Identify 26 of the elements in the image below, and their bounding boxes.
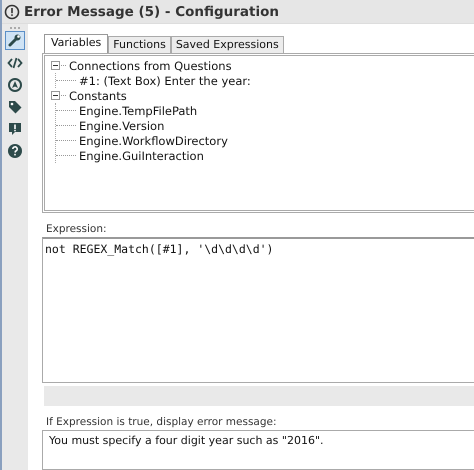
tag-icon bbox=[7, 98, 23, 114]
message-label: If Expression is true, display error message: bbox=[45, 415, 278, 430]
tree-item[interactable]: #1: (Text Box) Enter the year: bbox=[79, 74, 251, 88]
tree-item[interactable]: Connections from Questions bbox=[69, 58, 232, 72]
wrench-icon bbox=[7, 32, 23, 48]
tab[interactable]: Variables bbox=[44, 34, 108, 53]
collapse-icon[interactable] bbox=[51, 61, 60, 70]
alert-icon bbox=[7, 120, 23, 136]
tree-item[interactable]: Engine.Version bbox=[79, 118, 164, 132]
tree-item[interactable]: Engine.GuiInteraction bbox=[79, 148, 204, 162]
help-icon bbox=[7, 142, 23, 158]
tree-item[interactable]: Constants bbox=[69, 88, 127, 102]
collapse-icon[interactable] bbox=[51, 91, 60, 100]
tab[interactable]: Saved Expressions bbox=[170, 36, 284, 53]
expression-label: Expression: bbox=[45, 222, 108, 237]
sidebar-item[interactable] bbox=[5, 75, 25, 94]
tree-item[interactable]: Engine.WorkflowDirectory bbox=[79, 134, 228, 148]
message-field[interactable]: You must specify a four digit year such as "2016". bbox=[42, 430, 474, 470]
tab[interactable]: Functions bbox=[108, 36, 171, 53]
expression-field[interactable]: not REGEX_Match([#1], '\d\d\d\d') bbox=[42, 237, 474, 383]
sidebar-item[interactable] bbox=[5, 31, 25, 50]
alert-icon bbox=[4, 4, 20, 20]
tree-item[interactable]: Engine.TempFilePath bbox=[79, 104, 198, 118]
sidebar-item[interactable] bbox=[5, 141, 25, 160]
window-title: Error Message (5) - Configuration bbox=[24, 4, 280, 20]
compass-icon bbox=[7, 76, 23, 92]
